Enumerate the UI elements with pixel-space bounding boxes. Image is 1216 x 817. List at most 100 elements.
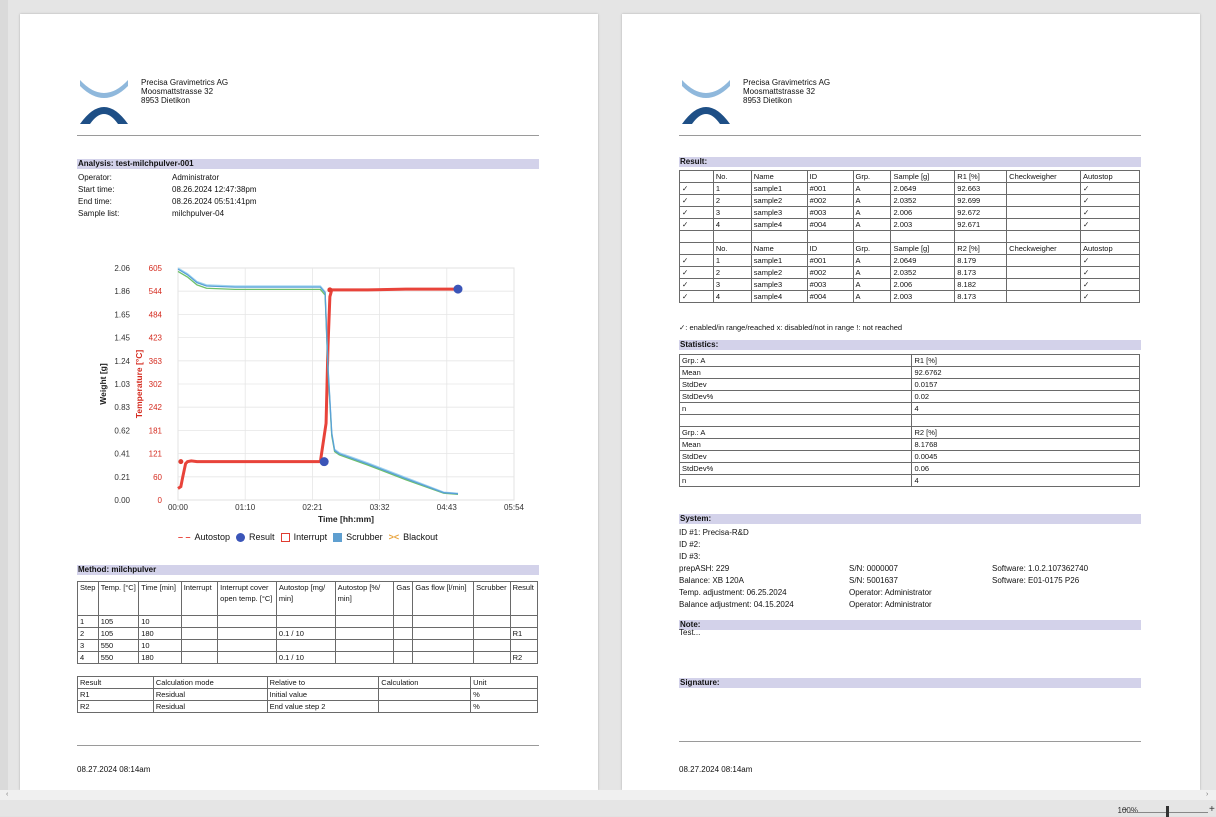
table-cell xyxy=(473,639,511,652)
table-cell xyxy=(412,651,475,664)
y-tick-label: 1.45 xyxy=(114,334,130,343)
y-tick-label: 1.86 xyxy=(114,287,130,296)
table-cell: 180 xyxy=(138,651,182,664)
scroll-left-icon[interactable]: ‹ xyxy=(6,791,8,798)
table-cell: 550 xyxy=(97,639,140,652)
legend-autostop: – – Autostop xyxy=(178,532,231,542)
table-cell: Autostop xyxy=(1080,242,1140,255)
table-cell: Name xyxy=(750,170,808,183)
table-cell: R1 [%] xyxy=(954,170,1008,183)
table-cell: Mean xyxy=(678,438,913,451)
legend-result: Result xyxy=(236,532,275,542)
table-cell xyxy=(275,639,336,652)
table-cell xyxy=(378,700,472,713)
zoom-slider-handle[interactable] xyxy=(1166,806,1169,817)
table-cell: R1 xyxy=(77,688,154,701)
company-address: Precisa Gravimetrics AG Moosmattstrasse 3… xyxy=(141,78,229,105)
table-cell: sample2 xyxy=(750,266,808,279)
table-cell: Scrubber xyxy=(473,581,511,616)
table-cell: Interrupt xyxy=(180,581,219,616)
table-cell xyxy=(217,651,277,664)
table-cell: R1 [%] xyxy=(911,354,1140,367)
zoom-in-button[interactable]: + xyxy=(1209,804,1215,815)
table-cell xyxy=(217,627,277,640)
table-cell: sample4 xyxy=(750,290,808,303)
table-cell: Sample [g] xyxy=(890,170,956,183)
x-tick-label: 00:00 xyxy=(168,503,189,512)
y-axis-title: Weight [g] xyxy=(98,363,108,405)
table-cell xyxy=(1006,230,1082,243)
table-cell: 1 xyxy=(712,254,752,267)
y-tick-label: 1.03 xyxy=(114,380,130,389)
y2-tick-label: 484 xyxy=(149,310,163,319)
table-cell: 0.06 xyxy=(911,462,1140,475)
table-row: 3 550 10 xyxy=(77,639,539,652)
result-table: No. Name ID Grp. Sample [g] R1 [%] Checkweighe… xyxy=(679,170,1140,303)
table-cell: 4 xyxy=(77,651,99,664)
chart-legend: – – Autostop Result Interrupt Scrubber ><… xyxy=(178,532,438,542)
table-cell: A xyxy=(852,278,892,291)
table-cell: 2.003 xyxy=(890,218,956,231)
legend-scrubber: Scrubber xyxy=(333,532,383,542)
scroll-right-icon[interactable]: › xyxy=(1206,791,1208,798)
table-cell xyxy=(217,639,277,652)
table-cell: ✓ xyxy=(1080,266,1140,279)
statistics-heading: Statistics: xyxy=(679,340,1141,350)
table-cell: ✓ xyxy=(1080,278,1140,291)
table-cell xyxy=(1006,278,1082,291)
horizontal-scrollbar[interactable] xyxy=(0,790,1216,800)
x-tick-label: 05:54 xyxy=(504,503,525,512)
company-address: Precisa Gravimetrics AG Moosmattstrasse 3… xyxy=(743,78,831,105)
table-cell: Gas flow [l/min] xyxy=(412,581,475,616)
y2-tick-label: 605 xyxy=(149,264,163,273)
table-cell: #003 xyxy=(806,206,854,219)
table-cell: #002 xyxy=(806,194,854,207)
system-serials: S/N: 0000007 S/N: 5001637 Operator: Admini… xyxy=(849,564,932,609)
table-cell: Result xyxy=(77,676,154,689)
table-cell: sample3 xyxy=(750,278,808,291)
table-row xyxy=(679,230,1140,243)
table-cell xyxy=(412,639,475,652)
y2-tick-label: 544 xyxy=(149,287,163,296)
y-tick-label: 1.24 xyxy=(114,357,130,366)
table-cell: 8.173 xyxy=(954,266,1008,279)
table-cell: No. xyxy=(712,170,752,183)
table-row: Grp.: A R2 [%] xyxy=(678,426,1140,439)
table-cell: Gas xyxy=(393,581,414,616)
zoom-slider[interactable] xyxy=(1130,812,1208,813)
table-cell: 0.1 / 10 xyxy=(275,651,336,664)
table-cell: R2 xyxy=(509,651,539,664)
table-cell: 550 xyxy=(97,651,140,664)
y2-tick-label: 181 xyxy=(149,426,163,435)
table-cell: #002 xyxy=(806,266,854,279)
table-cell xyxy=(180,639,219,652)
table-cell: 2.0352 xyxy=(890,194,956,207)
table-cell xyxy=(1006,290,1082,303)
chart-marker xyxy=(327,287,333,293)
table-cell xyxy=(180,627,219,640)
legend-interrupt: Interrupt xyxy=(280,532,327,542)
table-cell xyxy=(393,639,414,652)
table-cell: 2 xyxy=(77,627,99,640)
x-axis-title: Time [hh:mm] xyxy=(318,514,374,524)
table-cell: R2 [%] xyxy=(954,242,1008,255)
chart-marker xyxy=(319,457,329,467)
weight-temperature-chart: 0.00 0 0.21 60 0.41 121 0.62 181 0.83 242 1.03 302 1… xyxy=(98,264,525,524)
y2-tick-label: 363 xyxy=(149,357,163,366)
table-cell: 92.672 xyxy=(954,206,1008,219)
table-cell: A xyxy=(852,266,892,279)
table-cell: % xyxy=(470,700,538,713)
chart-marker xyxy=(453,284,463,294)
zoom-out-button[interactable]: – xyxy=(1122,804,1128,815)
footer-divider xyxy=(77,745,539,746)
x-tick-label: 03:32 xyxy=(370,503,391,512)
table-cell: 8.179 xyxy=(954,254,1008,267)
table-cell xyxy=(1006,254,1082,267)
table-cell xyxy=(334,651,395,664)
table-cell: 2.003 xyxy=(890,290,956,303)
header-divider xyxy=(679,135,1141,136)
table-cell: sample1 xyxy=(750,254,808,267)
table-cell: Sample [g] xyxy=(890,242,956,255)
table-cell xyxy=(712,230,752,243)
table-row: Result Calculation mode Relative to Calcula… xyxy=(77,676,538,689)
